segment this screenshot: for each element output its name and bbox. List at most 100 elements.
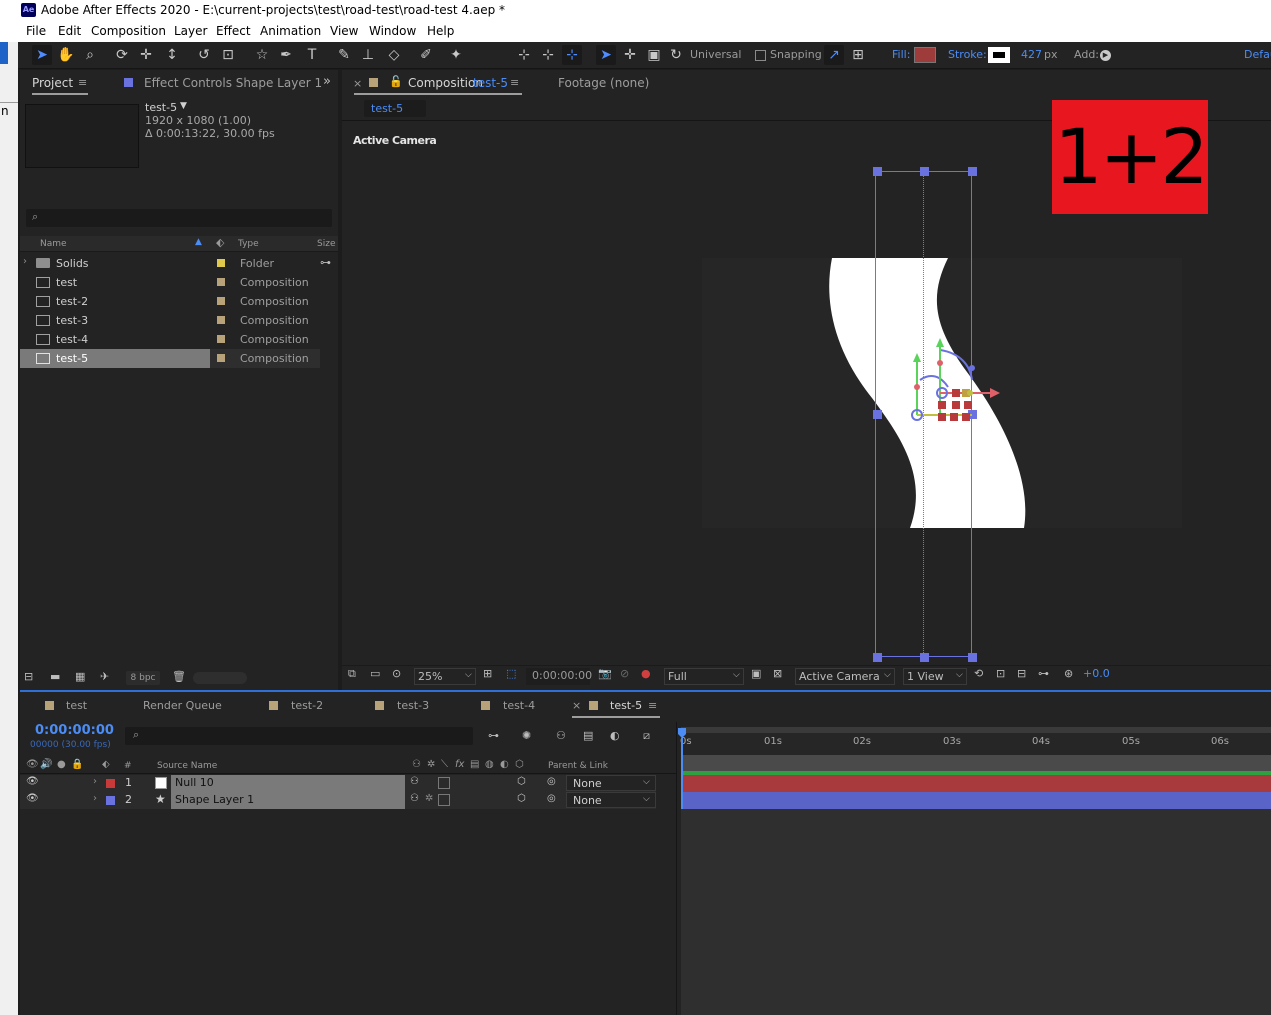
tab-project[interactable]: Project	[32, 76, 73, 90]
playhead-line[interactable]	[681, 738, 683, 809]
eye-icon[interactable]: 👁	[26, 793, 39, 804]
vr-view-icon[interactable]: ⊙	[392, 667, 401, 687]
rotation-tool-icon[interactable]: ↺	[194, 45, 214, 65]
dolly-camera-tool-icon[interactable]: ↕	[162, 45, 182, 65]
always-preview-icon[interactable]: ⧉	[348, 667, 356, 687]
tab-composition[interactable]: Composition	[408, 76, 483, 90]
timeline-tab-test-2[interactable]: test-2	[291, 699, 323, 712]
region-of-interest-icon[interactable]: ▣	[751, 667, 761, 687]
exposure-value[interactable]: +0.0	[1083, 667, 1110, 687]
tab-effect-controls[interactable]: Effect Controls Shape Layer 1	[144, 76, 322, 90]
menu-composition[interactable]: Composition	[91, 24, 166, 38]
type-tool-icon[interactable]: T	[302, 45, 322, 65]
new-folder-icon[interactable]: ▬	[50, 670, 60, 683]
lock-toggle-icon[interactable]: 🔒	[71, 759, 83, 770]
lock-icon[interactable]: 🔓	[389, 75, 403, 88]
col-size-header[interactable]: Size	[317, 239, 335, 249]
parent-link-header[interactable]: Parent & Link	[548, 761, 608, 771]
menu-edit[interactable]: Edit	[58, 24, 81, 38]
timeline-search-input[interactable]: ⌕	[125, 727, 473, 745]
motion-blur-icon[interactable]: ◐	[610, 729, 620, 742]
menu-view[interactable]: View	[330, 24, 358, 38]
view-axis-mode-icon[interactable]: ⊹	[562, 45, 582, 65]
eye-icon[interactable]: 👁	[26, 776, 39, 787]
shy-layers-icon[interactable]: ⚇	[556, 729, 566, 742]
flowchart-icon[interactable]: ⊶	[1038, 667, 1049, 687]
menu-animation[interactable]: Animation	[260, 24, 321, 38]
orbit-camera-tool-icon[interactable]: ⟳	[112, 45, 132, 65]
sort-ascending-icon[interactable]: ▲	[195, 237, 202, 247]
audio-toggle-icon[interactable]: 🔊	[40, 759, 52, 770]
new-composition-icon[interactable]: ▦	[75, 670, 85, 683]
comp-name-dropdown-icon[interactable]: ▼	[180, 101, 187, 111]
view-layout-dropdown[interactable]: 1 View ⌵	[903, 668, 967, 685]
stroke-swatch[interactable]	[988, 47, 1010, 63]
transform-handle[interactable]	[968, 653, 977, 662]
timeline-tab-render-queue[interactable]: Render Queue	[143, 699, 222, 712]
label-column-icon[interactable]: ⬖	[102, 759, 110, 770]
menu-file[interactable]: File	[26, 24, 46, 38]
source-name-header[interactable]: Source Name	[157, 761, 217, 771]
col-type-header[interactable]: Type	[238, 239, 259, 249]
layer-row-null-10[interactable]: 👁 › 1 Null 10 ⚇ ⬡ ◎ None ⌵	[20, 775, 656, 792]
solo-toggle-icon[interactable]: ●	[57, 759, 66, 770]
zoom-tool-icon[interactable]: ⌕	[80, 45, 100, 65]
menu-layer[interactable]: Layer	[174, 24, 207, 38]
snap-features-icon[interactable]: ⊞	[848, 45, 868, 65]
menu-window[interactable]: Window	[369, 24, 416, 38]
stroke-width-value[interactable]: 427	[1021, 48, 1042, 61]
expand-arrow-icon[interactable]: ›	[93, 793, 97, 804]
selection-snap-tool-icon[interactable]: ➤	[596, 45, 616, 65]
panel-overflow-icon[interactable]: »	[323, 74, 331, 89]
menu-help[interactable]: Help	[427, 24, 454, 38]
mask-visibility-icon[interactable]: ⬚	[506, 667, 516, 687]
rotate-icon[interactable]: ↻	[666, 45, 686, 65]
fast-previews-icon[interactable]: ⊡	[996, 667, 1005, 687]
snapping-checkbox[interactable]	[755, 50, 766, 61]
world-axis-mode-icon[interactable]: ⊹	[538, 45, 558, 65]
project-item-solids[interactable]: › Solids Folder ⊶	[20, 254, 331, 273]
transform-handle[interactable]	[920, 167, 929, 176]
render-queue-icon[interactable]: ✈	[100, 670, 109, 683]
pick-whip-icon[interactable]: ◎	[547, 776, 556, 787]
local-axis-mode-icon[interactable]: ⊹	[514, 45, 534, 65]
transform-handle[interactable]	[968, 167, 977, 176]
layer-row-shape-layer-1[interactable]: 👁 › 2 ★ Shape Layer 1 ⚇ ✲ ⬡ ◎ None ⌵	[20, 792, 656, 809]
timeline-tab-test-4[interactable]: test-4	[503, 699, 535, 712]
tab-footage[interactable]: Footage (none)	[558, 76, 649, 90]
selection-tool-icon[interactable]: ➤	[32, 45, 52, 65]
trash-icon[interactable]: 🗑	[172, 670, 186, 683]
project-item-test-3[interactable]: test-3 Composition	[20, 311, 322, 330]
label-column-icon[interactable]: ⬖	[216, 236, 224, 249]
panel-menu-icon[interactable]: ≡	[648, 699, 657, 712]
interpret-footage-icon[interactable]: ⊟	[24, 670, 33, 683]
comp-mini-flowchart-icon[interactable]: ⊶	[488, 729, 499, 742]
bit-depth-button[interactable]: 8 bpc	[126, 671, 160, 685]
pan-camera-tool-icon[interactable]: ✛	[136, 45, 156, 65]
transform-handle[interactable]	[873, 410, 882, 419]
layer-label-swatch[interactable]	[106, 796, 115, 805]
frame-blending-icon[interactable]: ▤	[583, 729, 593, 742]
close-tab-icon[interactable]: ×	[572, 699, 581, 712]
close-tab-icon[interactable]: ×	[353, 77, 362, 90]
col-name-header[interactable]: Name	[40, 239, 67, 249]
layer-label-swatch[interactable]	[106, 779, 115, 788]
shape-tool-icon[interactable]: ☆	[252, 45, 272, 65]
layer-bar-null-10[interactable]	[681, 775, 1271, 792]
magnification-dropdown[interactable]: 25% ⌵	[414, 668, 476, 685]
fill-swatch[interactable]	[914, 47, 936, 63]
draft-3d-icon[interactable]: ✺	[522, 729, 531, 742]
brush-tool-icon[interactable]: ✎	[334, 45, 354, 65]
timeline-tab-test-5[interactable]: test-5	[610, 699, 642, 712]
3d-layer-switch-icon[interactable]: ⬡	[517, 793, 526, 804]
project-item-test-2[interactable]: test-2 Composition	[20, 292, 322, 311]
clone-stamp-tool-icon[interactable]: ⊥	[358, 45, 378, 65]
snapping-label[interactable]: Snapping	[770, 48, 822, 61]
quality-switch[interactable]	[438, 777, 450, 789]
transform-handle[interactable]	[920, 653, 929, 662]
project-item-test-5-selected[interactable]: test-5 Composition	[20, 349, 322, 368]
pan-behind-tool-icon[interactable]: ⊡	[218, 45, 238, 65]
panel-menu-icon[interactable]: ≡	[78, 76, 87, 89]
quality-switch[interactable]	[438, 794, 450, 806]
current-time-display[interactable]: 0:00:00:00	[35, 723, 114, 738]
